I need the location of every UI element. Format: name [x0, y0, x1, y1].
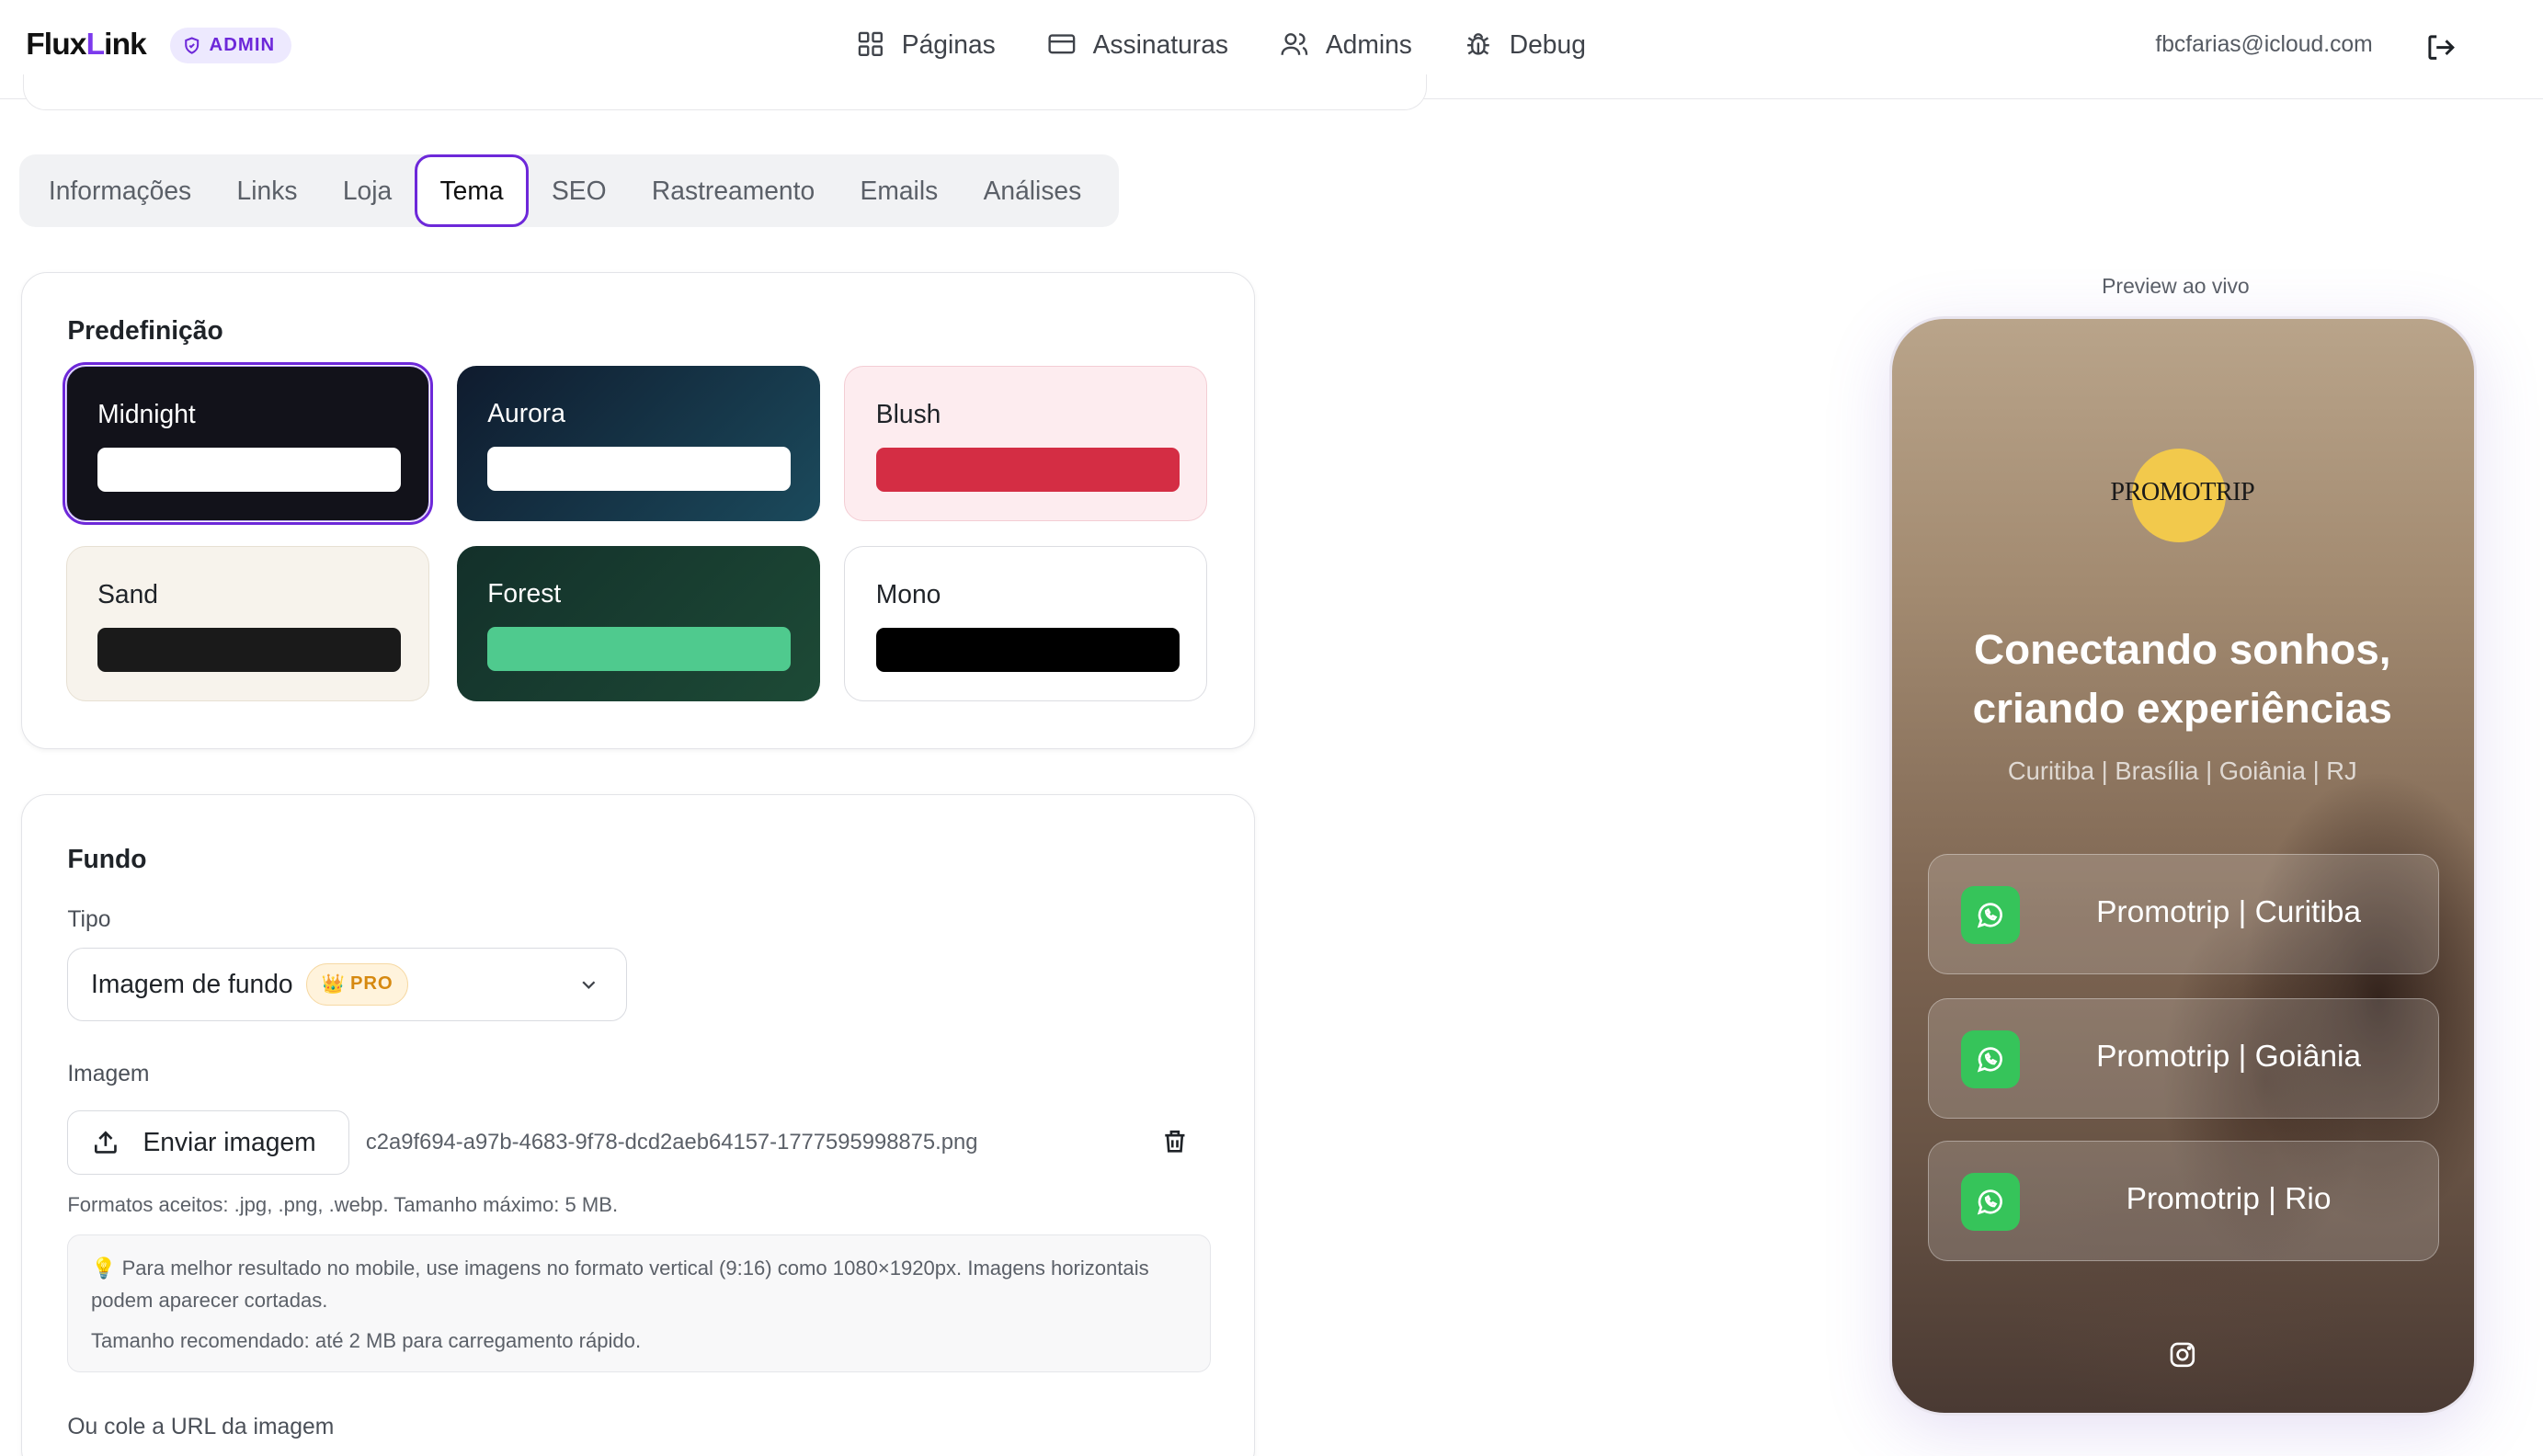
tab-informacoes[interactable]: Informações: [26, 154, 214, 227]
brand-name: PROMOTRIP: [2110, 477, 2255, 506]
preset-mono[interactable]: Mono: [844, 545, 1208, 702]
uploaded-filename: c2a9f694-a97b-4683-9f78-dcd2aeb64157-177…: [365, 1129, 978, 1155]
tip-size-text: Tamanho recomendado: até 2 MB para carre…: [91, 1329, 642, 1353]
tab-tema[interactable]: Tema: [414, 154, 530, 227]
nav-debug-label: Debug: [1509, 28, 1586, 59]
type-label: Tipo: [67, 907, 111, 933]
section-tabs: Informações Links Loja Tema SEO Rastream…: [19, 154, 1120, 227]
tab-seo[interactable]: SEO: [529, 154, 629, 227]
preset-name: Forest: [487, 577, 562, 608]
preset-card: Predefinição Midnight Aurora Blush Sand …: [20, 272, 1256, 749]
app-logo[interactable]: FluxLink: [26, 28, 147, 63]
nav-assinaturas-label: Assinaturas: [1092, 28, 1228, 59]
tab-links[interactable]: Links: [214, 154, 320, 227]
preset-name: Midnight: [97, 399, 196, 429]
preview-link-label: Promotrip | Rio: [2126, 1182, 2332, 1217]
credit-card-icon: [1048, 34, 1076, 54]
tab-loja[interactable]: Loja: [320, 154, 415, 227]
upload-image-label: Enviar imagem: [143, 1127, 316, 1157]
preview-link-rio[interactable]: Promotrip | Rio: [1927, 1141, 2439, 1261]
grid-icon: [859, 32, 884, 57]
preset-swatch: [875, 627, 1180, 672]
preview-label: Preview ao vivo: [2102, 274, 2250, 299]
live-preview-phone: PROMOTRIP Conectando sonhos, criando exp…: [1889, 315, 2477, 1416]
preset-swatch: [875, 448, 1180, 492]
preset-swatch: [487, 447, 792, 491]
image-tip-box: 💡 Para melhor resultado no mobile, use i…: [67, 1234, 1211, 1373]
tab-emails[interactable]: Emails: [838, 154, 961, 227]
upload-icon: [94, 1131, 117, 1154]
preview-link-curitiba[interactable]: Promotrip | Curitiba: [1927, 854, 2439, 974]
preset-name: Aurora: [487, 398, 565, 428]
main-nav: Páginas Assinaturas Admins Debug: [856, 29, 1586, 60]
preset-name: Mono: [875, 578, 941, 609]
preview-link-goiania[interactable]: Promotrip | Goiânia: [1927, 998, 2439, 1119]
background-type-select[interactable]: Imagem de fundo 👑 PRO: [67, 948, 627, 1021]
preset-blush[interactable]: Blush: [844, 365, 1208, 522]
instagram-icon[interactable]: [2168, 1340, 2197, 1370]
preset-title: Predefinição: [67, 315, 223, 346]
whatsapp-icon: [1961, 885, 2020, 945]
preview-subline: Curitiba | Brasília | Goiânia | RJ: [2007, 756, 2357, 786]
background-card: Fundo Tipo Imagem de fundo 👑 PRO Imagem E…: [20, 794, 1256, 1456]
whatsapp-icon: [1961, 1172, 2020, 1232]
nav-admins-label: Admins: [1325, 28, 1412, 59]
chevron-down-icon: [582, 981, 596, 989]
preset-name: Blush: [875, 399, 941, 429]
bug-icon: [1467, 33, 1490, 56]
nav-debug[interactable]: Debug: [1464, 29, 1586, 60]
shield-icon: [185, 37, 200, 54]
nav-paginas[interactable]: Páginas: [856, 28, 996, 60]
nav-assinaturas[interactable]: Assinaturas: [1047, 29, 1228, 60]
nav-paginas-label: Páginas: [901, 28, 996, 59]
tip-text: 💡 Para melhor resultado no mobile, use i…: [91, 1257, 1149, 1313]
tab-rastreamento[interactable]: Rastreamento: [629, 154, 838, 227]
background-title: Fundo: [67, 844, 147, 874]
upload-image-button[interactable]: Enviar imagem: [67, 1109, 350, 1176]
preset-midnight[interactable]: Midnight: [61, 361, 434, 526]
preset-aurora[interactable]: Aurora: [456, 365, 820, 522]
preset-name: Sand: [97, 578, 158, 609]
preview-link-label: Promotrip | Goiânia: [2096, 1040, 2362, 1075]
preview-headline: Conectando sonhos, criando experiências: [1972, 625, 2392, 732]
image-url-label: Ou cole a URL da imagem: [67, 1415, 335, 1440]
previous-card-edge: [22, 74, 1428, 110]
preset-forest[interactable]: Forest: [456, 545, 820, 702]
logout-icon[interactable]: [2424, 31, 2457, 63]
preset-swatch: [97, 448, 401, 492]
background-type-value: Imagem de fundo: [91, 969, 293, 999]
crown-icon: 👑: [321, 974, 346, 995]
preset-swatch: [97, 627, 401, 672]
accepted-formats: Formatos aceitos: .jpg, .png, .webp. Tam…: [67, 1192, 619, 1216]
image-label: Imagem: [67, 1061, 150, 1086]
admin-badge: ADMIN: [170, 27, 291, 63]
user-email: fbcfarias@icloud.com: [2155, 32, 2373, 58]
preset-swatch: [487, 626, 792, 671]
preview-link-label: Promotrip | Curitiba: [2096, 895, 2362, 930]
tab-analises[interactable]: Análises: [961, 154, 1104, 227]
trash-icon[interactable]: [1160, 1126, 1190, 1157]
pro-badge: 👑 PRO: [305, 962, 409, 1006]
nav-admins[interactable]: Admins: [1280, 28, 1412, 60]
users-icon: [1281, 33, 1308, 56]
preset-sand[interactable]: Sand: [65, 545, 429, 702]
whatsapp-icon: [1961, 1029, 2020, 1089]
